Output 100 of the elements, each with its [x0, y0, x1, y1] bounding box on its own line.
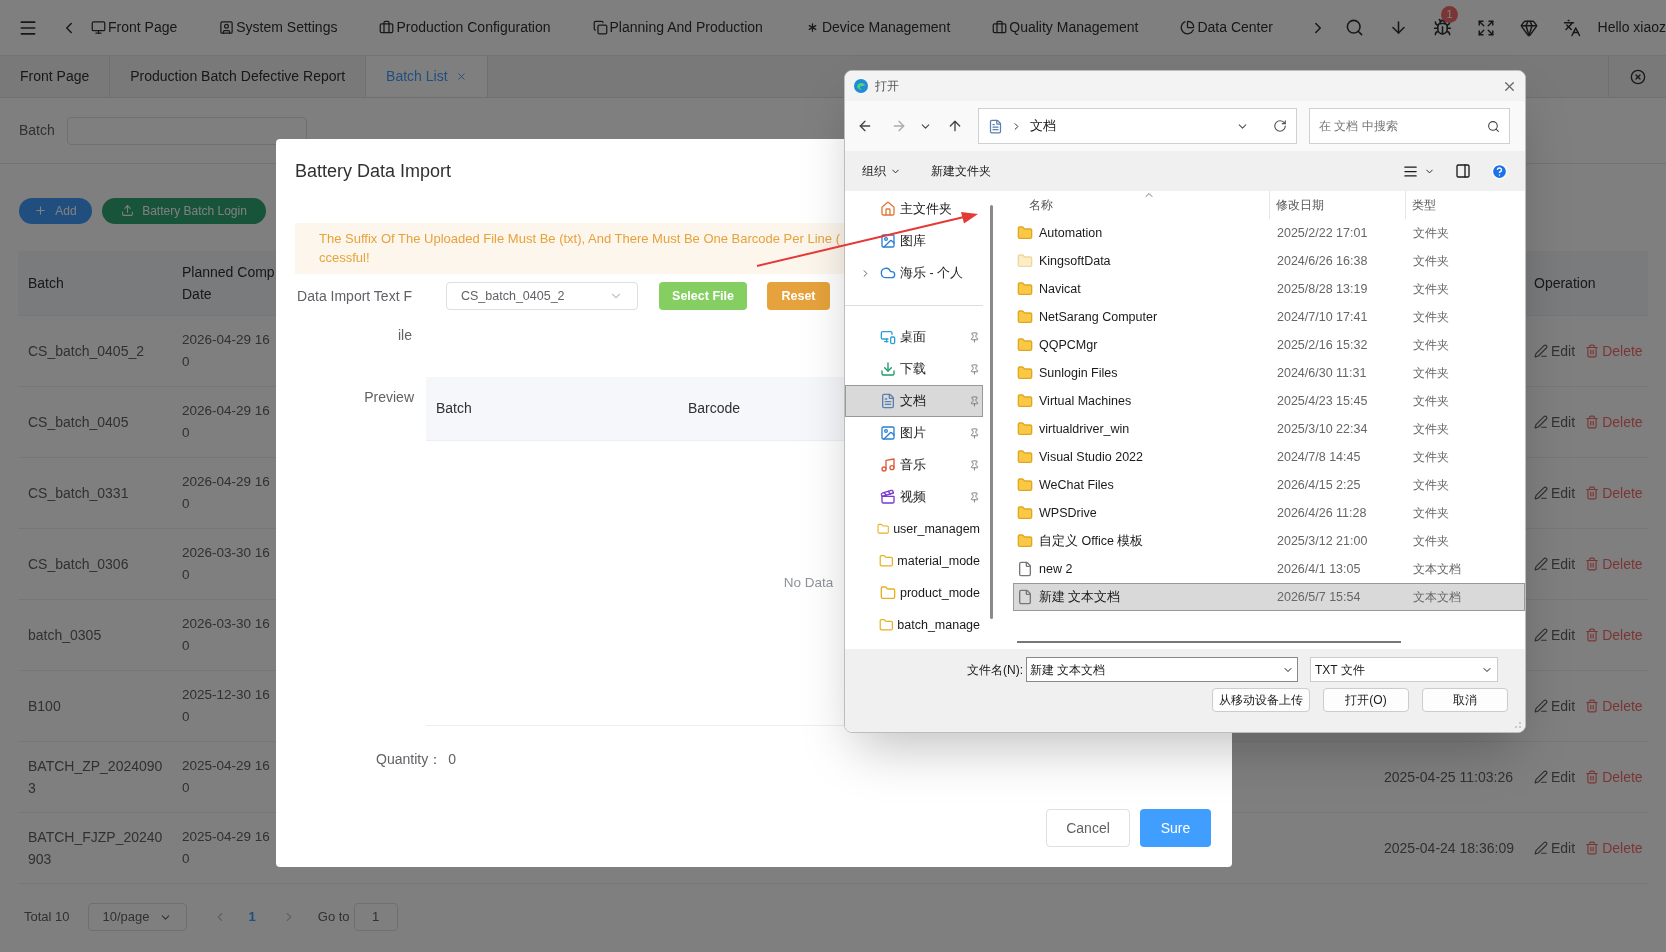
- file-row[interactable]: virtualdriver_win 2025/3/10 22:34 文件夹: [1013, 415, 1525, 443]
- briefcase-icon: [992, 20, 1008, 35]
- navigation-item[interactable]: 视频: [845, 481, 983, 513]
- nav-menu-item[interactable]: Quality Management: [992, 17, 1139, 38]
- up-icon[interactable]: [947, 118, 963, 134]
- preview-pane-icon[interactable]: [1455, 163, 1471, 179]
- translate-icon[interactable]: [1562, 18, 1581, 37]
- table-cell-text: 2026-04-29 16 0: [182, 402, 271, 442]
- nav-menu-item[interactable]: Data Center: [1180, 17, 1273, 38]
- navigation-item[interactable]: batch_manage: [845, 609, 983, 641]
- video-icon: [880, 489, 896, 505]
- search-icon[interactable]: [1344, 18, 1364, 37]
- column-header[interactable]: 名称: [1013, 191, 1270, 219]
- column-header: Batch: [27, 273, 65, 293]
- table-cell-text: 2026/4/15 2:25: [1276, 476, 1362, 494]
- file-row[interactable]: Sunlogin Files 2024/6/30 11:31 文件夹: [1013, 359, 1525, 387]
- refresh-icon[interactable]: [1273, 119, 1287, 133]
- pen-icon: [1534, 344, 1548, 358]
- trash-icon: [1585, 344, 1600, 358]
- quantity-label: Quantity：: [376, 749, 443, 769]
- open-button[interactable]: 打开(O): [1323, 688, 1409, 712]
- table-cell-text: 文件夹: [1412, 393, 1449, 410]
- trash-icon: [1585, 486, 1600, 500]
- navigation-item[interactable]: 下载: [845, 353, 983, 385]
- table-cell-text: 2026/4/1 13:05: [1276, 560, 1362, 578]
- navigation-item[interactable]: product_mode: [845, 577, 983, 609]
- breadcrumb-item[interactable]: 文档: [1030, 116, 1056, 136]
- id-card-icon: [219, 20, 235, 35]
- pen-icon: [1534, 415, 1548, 429]
- nav-menu-item[interactable]: Device Management: [804, 17, 951, 38]
- navigation-item[interactable]: user_managem: [845, 513, 983, 545]
- dialog-title: 打开: [875, 78, 899, 95]
- goto-label: Go to: [317, 908, 350, 927]
- file-row[interactable]: 新建 文本文档 2026/5/7 15:54 文本文档: [1013, 583, 1525, 611]
- file-name-field[interactable]: 新建 文本文档: [1026, 657, 1298, 682]
- file-select[interactable]: CS_batch_0405_2: [446, 282, 638, 310]
- table-cell-text: 2025/2/16 15:32: [1276, 336, 1369, 354]
- bug-icon[interactable]: [1432, 18, 1452, 37]
- table-cell-text: 2024/6/26 16:38: [1276, 252, 1369, 270]
- upload-button[interactable]: 从移动设备上传: [1212, 688, 1310, 712]
- file-row[interactable]: Virtual Machines 2025/4/23 15:45 文件夹: [1013, 387, 1525, 415]
- table-cell-text: 2025-12-30 16 0: [182, 686, 271, 726]
- field-label: 文件名(N):: [967, 661, 1023, 679]
- file-row[interactable]: WPSDrive 2026/4/26 11:28 文件夹: [1013, 499, 1525, 527]
- file-row[interactable]: Navicat 2025/8/28 13:19 文件夹: [1013, 275, 1525, 303]
- file-row[interactable]: Visual Studio 2022 2024/7/8 14:45 文件夹: [1013, 443, 1525, 471]
- field-label: Data Import Text File: [296, 287, 412, 345]
- cancel-button[interactable]: 取消: [1422, 688, 1508, 712]
- table-cell-text: 2026-03-30 16 0: [182, 544, 271, 584]
- document-icon: [988, 118, 1003, 134]
- nav-menu-item[interactable]: Front Page: [91, 17, 178, 38]
- fullscreen-icon[interactable]: [1476, 18, 1495, 37]
- file-type-select[interactable]: TXT 文件: [1310, 657, 1498, 682]
- folder-icon: [876, 521, 890, 537]
- diamond-icon[interactable]: [1519, 18, 1538, 37]
- column-header: Planned Comp Date: [182, 263, 276, 304]
- navigation-item[interactable]: material_mode: [845, 545, 983, 577]
- table-cell-text: 文本文档: [1412, 561, 1461, 578]
- picture-icon: [880, 233, 896, 249]
- table-cell-text: 2024/7/8 14:45: [1276, 448, 1362, 466]
- table-cell-text: B100: [27, 697, 62, 716]
- pen-icon: [1534, 841, 1548, 855]
- help-icon[interactable]: [1491, 162, 1508, 180]
- trash-icon: [1585, 841, 1600, 855]
- nav-menu-item[interactable]: Production Configuration: [379, 17, 551, 38]
- cancel-button[interactable]: Cancel: [1046, 809, 1130, 847]
- chevron-right-icon: [1011, 120, 1022, 132]
- table-cell-text: batch_0305: [27, 626, 103, 645]
- navigation-item[interactable]: 主文件夹: [845, 193, 983, 225]
- search-field[interactable]: 在 文档 中搜索: [1309, 108, 1510, 144]
- new-folder-button[interactable]: 新建文件夹: [931, 162, 991, 180]
- navigation-item[interactable]: 音乐: [845, 449, 983, 481]
- trash-icon: [1585, 770, 1600, 784]
- column-header[interactable]: 修改日期: [1270, 191, 1406, 219]
- file-row[interactable]: QQPCMgr 2025/2/16 15:32 文件夹: [1013, 331, 1525, 359]
- column-header[interactable]: 类型: [1406, 196, 1436, 214]
- batch-input[interactable]: [66, 116, 307, 145]
- table-cell-text: 文件夹: [1412, 337, 1449, 354]
- trash-icon: [1585, 699, 1600, 713]
- navigation-item[interactable]: 文档: [845, 385, 983, 417]
- close-all-icon[interactable]: [1629, 68, 1646, 85]
- file-row[interactable]: new 2 2026/4/1 13:05 文本文档: [1013, 555, 1525, 583]
- organize-menu[interactable]: 组织: [862, 162, 901, 180]
- page-tab[interactable]: Front Page: [0, 56, 111, 97]
- table-cell-text: 2026/5/7 15:54: [1276, 588, 1362, 606]
- navigation-item[interactable]: 桌面: [845, 321, 983, 353]
- navigation-item[interactable]: 图片: [845, 417, 983, 449]
- download-icon: [880, 361, 896, 377]
- nav-menu-item[interactable]: Planning And Production: [592, 17, 763, 38]
- nav-menu-item[interactable]: System Settings: [219, 17, 338, 38]
- music-icon: [880, 457, 896, 473]
- file-row[interactable]: WeChat Files 2026/4/15 2:25 文件夹: [1013, 471, 1525, 499]
- navigation-item[interactable]: 图库: [845, 225, 983, 257]
- file-row[interactable]: NetSarang Computer 2024/7/10 17:41 文件夹: [1013, 303, 1525, 331]
- user-greeting[interactable]: Hello xiaoz: [1597, 17, 1666, 38]
- table-cell-text: 文件夹: [1412, 225, 1449, 242]
- view-options-icon[interactable]: [1403, 163, 1418, 179]
- table-cell-text: 2025-04-25 11:03:26: [1384, 768, 1514, 787]
- back-icon[interactable]: [857, 118, 873, 134]
- file-row[interactable]: 自定义 Office 模板 2025/3/12 21:00 文件夹: [1013, 527, 1525, 555]
